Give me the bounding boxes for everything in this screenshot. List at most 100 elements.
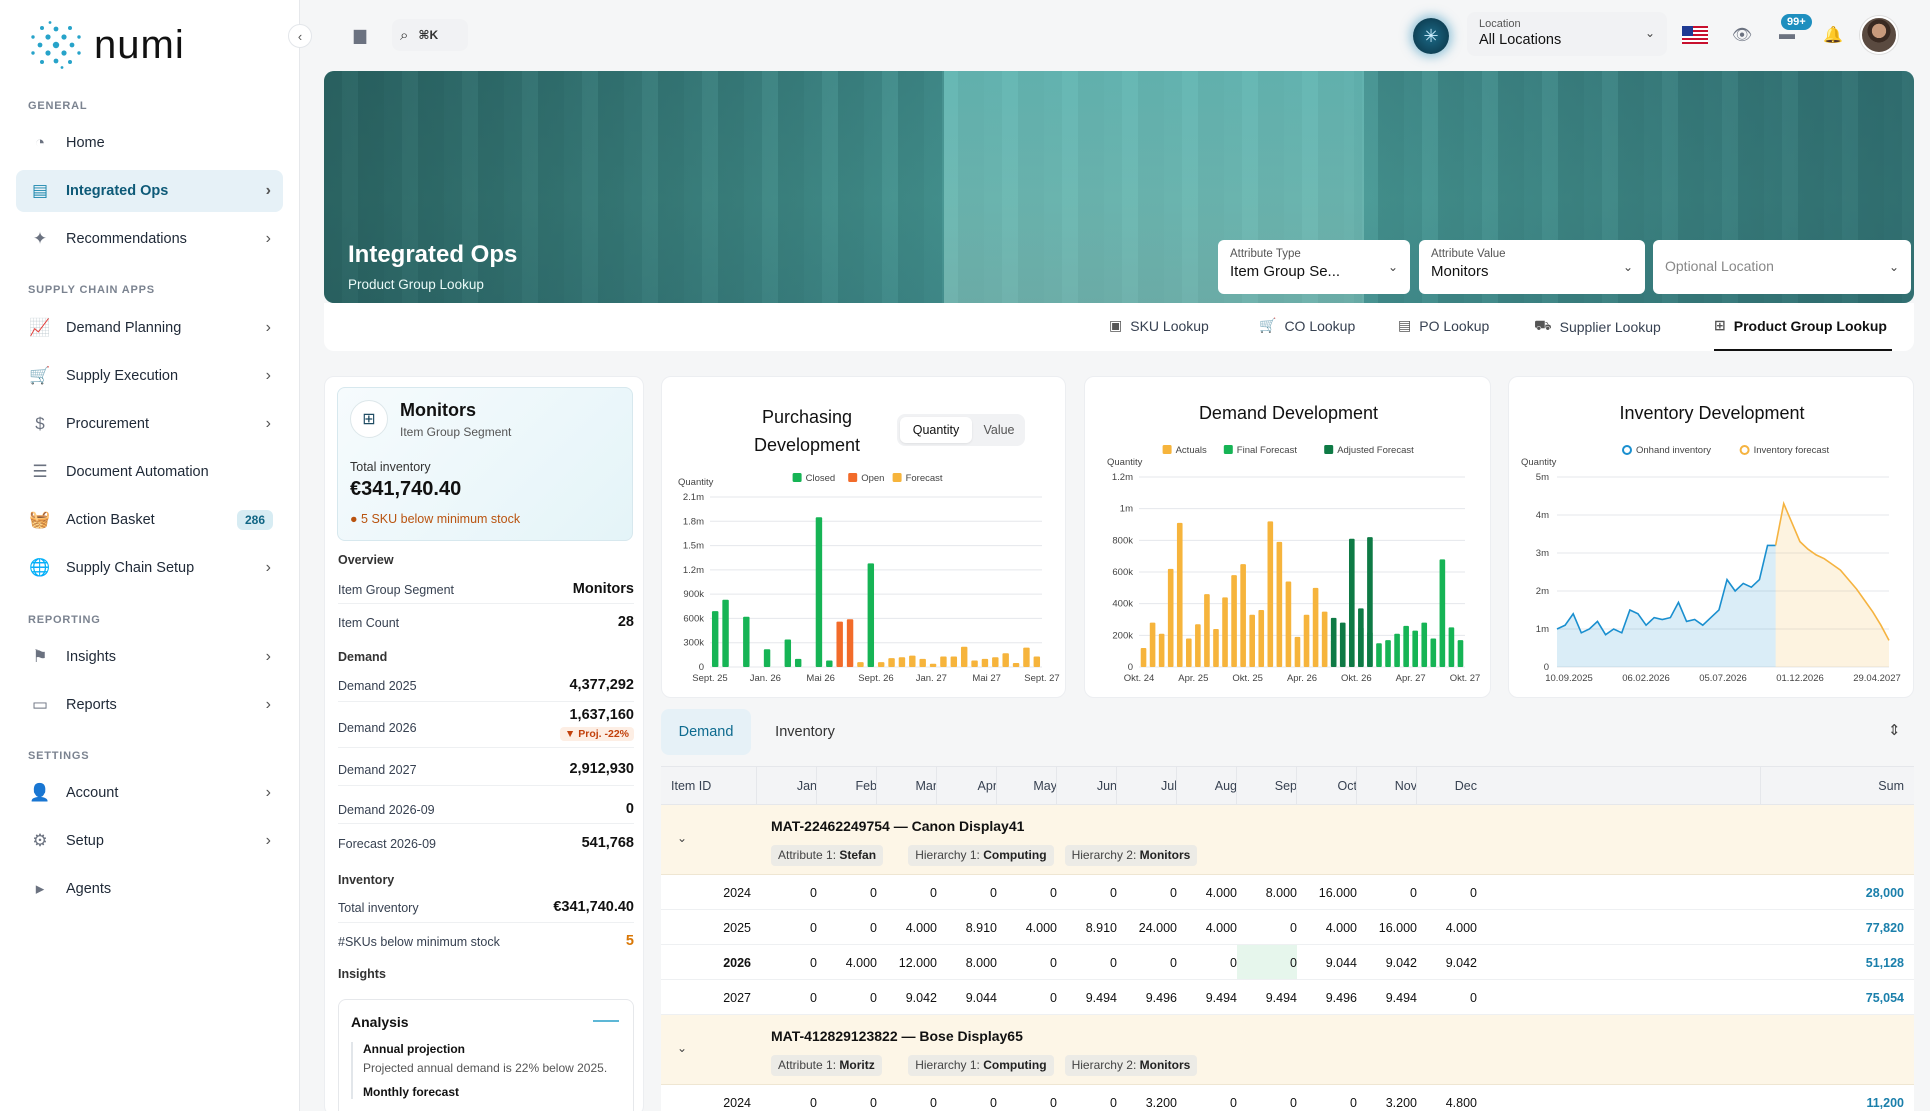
month-cell[interactable]: 9.494 — [1237, 991, 1297, 1005]
item-group-row[interactable]: ⌄ MAT-22462249754 — Canon Display41 Attrib… — [661, 805, 1914, 875]
month-cell[interactable]: 3.200 — [1117, 1096, 1177, 1110]
collapse-all-button[interactable]: ⇕ — [1888, 721, 1901, 739]
month-cell[interactable]: 9.496 — [1297, 991, 1357, 1005]
sidebar-item-insights[interactable]: ⚑ Insights › — [16, 636, 283, 678]
search-button[interactable]: ⌕ ⌘K — [392, 19, 468, 51]
month-cell[interactable]: 9.494 — [1057, 991, 1117, 1005]
collapse-analysis-toggle[interactable] — [593, 1020, 619, 1022]
column-header-aug[interactable]: Aug — [1177, 779, 1237, 793]
column-header-oct[interactable]: Oct — [1297, 779, 1357, 793]
month-cell[interactable]: 4.800 — [1417, 1096, 1477, 1110]
chevron-down-icon[interactable]: ⌄ — [677, 831, 687, 845]
column-header-sum[interactable]: Sum — [1761, 779, 1904, 793]
month-cell[interactable]: 16.000 — [1357, 921, 1417, 935]
month-cell[interactable]: 4.000 — [1297, 921, 1357, 935]
optional-location-select[interactable]: Optional Location ⌄ — [1653, 240, 1911, 294]
tab-demand[interactable]: Demand — [661, 709, 751, 755]
month-cell[interactable]: 9.042 — [877, 991, 937, 1005]
month-cell[interactable]: 0 — [757, 886, 817, 900]
month-cell[interactable]: 0 — [937, 1096, 997, 1110]
month-cell[interactable]: 9.494 — [1357, 991, 1417, 1005]
column-header-sep[interactable]: Sep — [1237, 779, 1297, 793]
month-cell[interactable]: 0 — [1057, 1096, 1117, 1110]
sidebar-item-recommendations[interactable]: ✦ Recommendations › — [16, 218, 283, 260]
month-cell[interactable]: 8.910 — [1057, 921, 1117, 935]
month-cell[interactable]: 0 — [877, 886, 937, 900]
sidebar-item-demand-planning[interactable]: 📈 Demand Planning › — [16, 307, 283, 349]
month-cell[interactable]: 4.000 — [1177, 921, 1237, 935]
month-cell[interactable]: 0 — [817, 1096, 877, 1110]
tab-sku-lookup[interactable]: ▣ SKU Lookup — [1109, 317, 1209, 334]
month-cell[interactable]: 9.042 — [1417, 956, 1477, 970]
chevron-down-icon[interactable]: ⌄ — [677, 1041, 687, 1055]
sidebar-item-procurement[interactable]: $ Procurement › — [16, 403, 283, 445]
visibility-button[interactable]: 👁 — [1727, 20, 1757, 50]
month-cell[interactable]: 8.000 — [1237, 886, 1297, 900]
column-header-dec[interactable]: Dec — [1417, 779, 1477, 793]
sidebar-item-account[interactable]: 👤 Account › — [16, 772, 283, 814]
month-cell[interactable]: 0 — [997, 1096, 1057, 1110]
tab-po-lookup[interactable]: ▤ PO Lookup — [1398, 317, 1489, 334]
column-header-may[interactable]: May — [997, 779, 1057, 793]
month-cell[interactable]: 0 — [1057, 886, 1117, 900]
notifications-button[interactable]: 🔔 — [1818, 20, 1848, 50]
month-cell[interactable]: 9.044 — [937, 991, 997, 1005]
month-cell[interactable]: 0 — [1237, 945, 1297, 979]
tab-supplier-lookup[interactable]: ⛟ Supplier Lookup — [1534, 317, 1661, 336]
column-header-apr[interactable]: Apr — [937, 779, 997, 793]
month-cell[interactable]: 0 — [1357, 886, 1417, 900]
month-cell[interactable]: 0 — [757, 956, 817, 970]
month-cell[interactable]: 9.494 — [1177, 991, 1237, 1005]
assistant-button[interactable]: ✳ — [1413, 18, 1449, 54]
attribute-type-select[interactable]: Attribute Type Item Group Se... ⌄ — [1218, 240, 1410, 294]
sidebar-item-integrated-ops[interactable]: ▤ Integrated Ops › — [16, 170, 283, 212]
user-avatar[interactable] — [1860, 16, 1898, 54]
collapse-sidebar-button[interactable]: ‹ — [288, 24, 312, 48]
month-cell[interactable]: 0 — [997, 991, 1057, 1005]
bookmark-button[interactable]: ▆ — [345, 20, 375, 50]
month-cell[interactable]: 4.000 — [997, 921, 1057, 935]
month-cell[interactable]: 8.910 — [937, 921, 997, 935]
month-cell[interactable]: 0 — [997, 886, 1057, 900]
sidebar-item-setup[interactable]: ⚙ Setup › — [16, 820, 283, 862]
month-cell[interactable]: 9.044 — [1297, 956, 1357, 970]
month-cell[interactable]: 0 — [1297, 1096, 1357, 1110]
column-header-nov[interactable]: Nov — [1357, 779, 1417, 793]
month-cell[interactable]: 0 — [1417, 886, 1477, 900]
column-header-feb[interactable]: Feb — [817, 779, 877, 793]
month-cell[interactable]: 0 — [1177, 956, 1237, 970]
column-header-jan[interactable]: Jan — [757, 779, 817, 793]
month-cell[interactable]: 4.000 — [817, 956, 877, 970]
language-button[interactable] — [1680, 20, 1710, 50]
month-cell[interactable]: 0 — [1117, 886, 1177, 900]
month-cell[interactable]: 9.042 — [1357, 956, 1417, 970]
tab-product-group-lookup[interactable]: ⊞ Product Group Lookup — [1714, 317, 1887, 334]
month-cell[interactable]: 4.000 — [1177, 886, 1237, 900]
month-cell[interactable]: 4.000 — [1417, 921, 1477, 935]
month-cell[interactable]: 9.496 — [1117, 991, 1177, 1005]
month-cell[interactable]: 0 — [817, 886, 877, 900]
month-cell[interactable]: 0 — [757, 991, 817, 1005]
sidebar-item-action-basket[interactable]: 🧺 Action Basket 286 — [16, 499, 283, 541]
sidebar-item-supply-execution[interactable]: 🛒 Supply Execution › — [16, 355, 283, 397]
month-cell[interactable]: 0 — [1237, 1096, 1297, 1110]
tab-co-lookup[interactable]: 🛒 CO Lookup — [1259, 317, 1355, 334]
month-cell[interactable]: 8.000 — [937, 956, 997, 970]
attribute-value-select[interactable]: Attribute Value Monitors ⌄ — [1419, 240, 1645, 294]
column-header-item-id[interactable]: Item ID — [671, 779, 757, 793]
month-cell[interactable]: 0 — [997, 956, 1057, 970]
month-cell[interactable]: 3.200 — [1357, 1096, 1417, 1110]
month-cell[interactable]: 0 — [817, 921, 877, 935]
column-header-mar[interactable]: Mar — [877, 779, 937, 793]
sidebar-item-document-automation[interactable]: ☰ Document Automation — [16, 451, 283, 493]
month-cell[interactable]: 0 — [757, 1096, 817, 1110]
month-cell[interactable]: 0 — [1417, 991, 1477, 1005]
sidebar-item-supply-chain-setup[interactable]: 🌐 Supply Chain Setup › — [16, 547, 283, 589]
month-cell[interactable]: 16.000 — [1297, 886, 1357, 900]
location-select[interactable]: Location All Locations ⌄ — [1467, 12, 1667, 56]
month-cell[interactable]: 0 — [877, 1096, 937, 1110]
tab-inventory[interactable]: Inventory — [760, 709, 850, 755]
month-cell[interactable]: 0 — [817, 991, 877, 1005]
month-cell[interactable]: 0 — [937, 886, 997, 900]
item-group-row[interactable]: ⌄ MAT-412829123822 — Bose Display65 Attrib… — [661, 1015, 1914, 1085]
